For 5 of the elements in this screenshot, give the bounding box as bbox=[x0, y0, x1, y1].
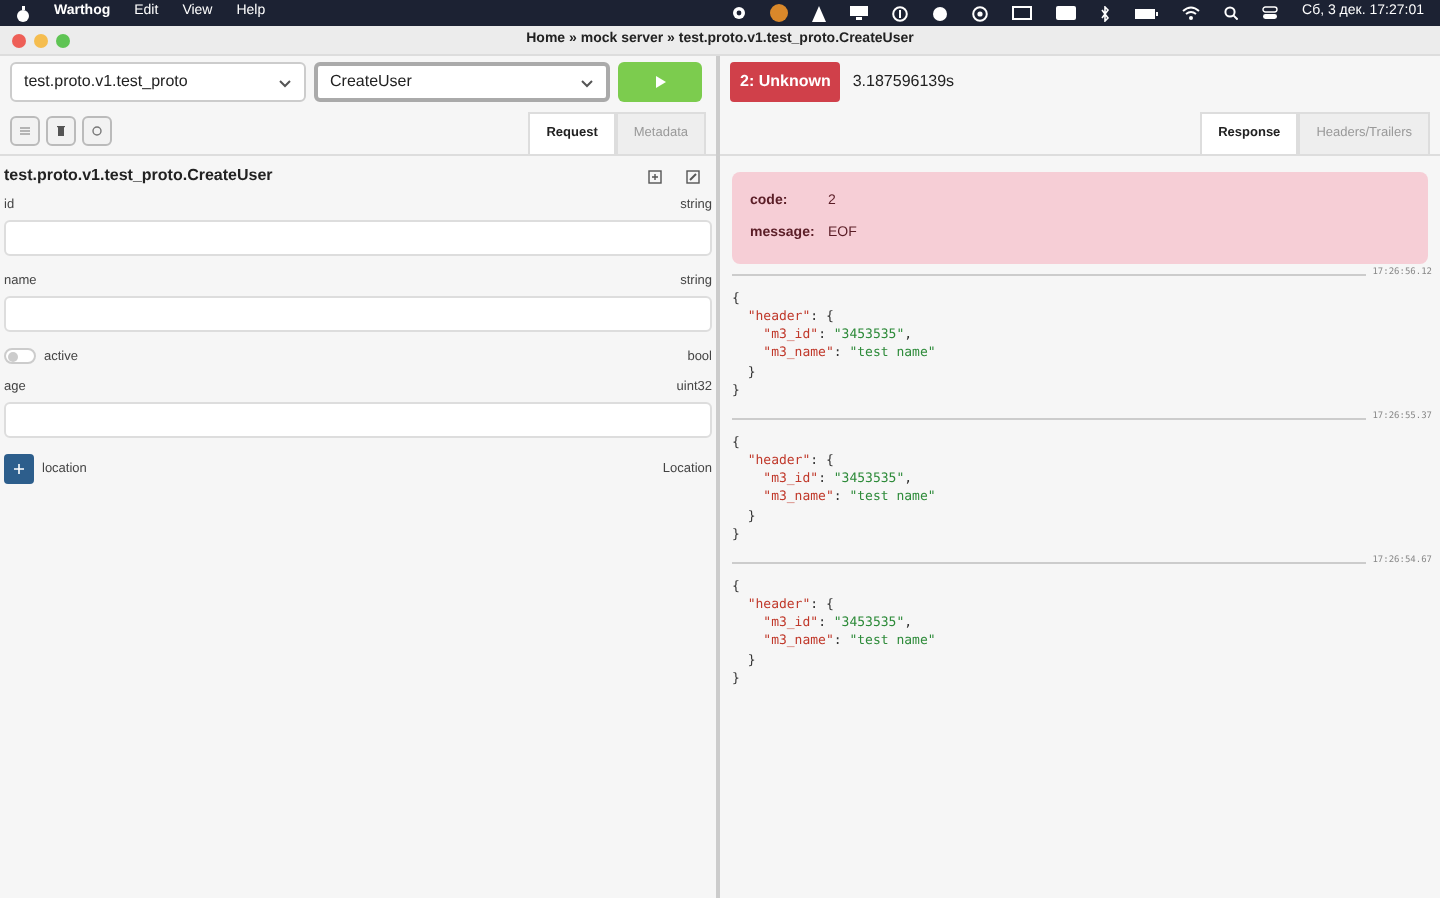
service-select[interactable]: test.proto.v1.test_proto bbox=[10, 62, 306, 102]
method-select[interactable]: CreateUser bbox=[314, 62, 610, 102]
response-duration: 3.187596139s bbox=[852, 70, 955, 94]
message-title: test.proto.v1.test_proto.CreateUser bbox=[4, 164, 275, 188]
status-badge: 2: Unknown bbox=[730, 62, 841, 102]
